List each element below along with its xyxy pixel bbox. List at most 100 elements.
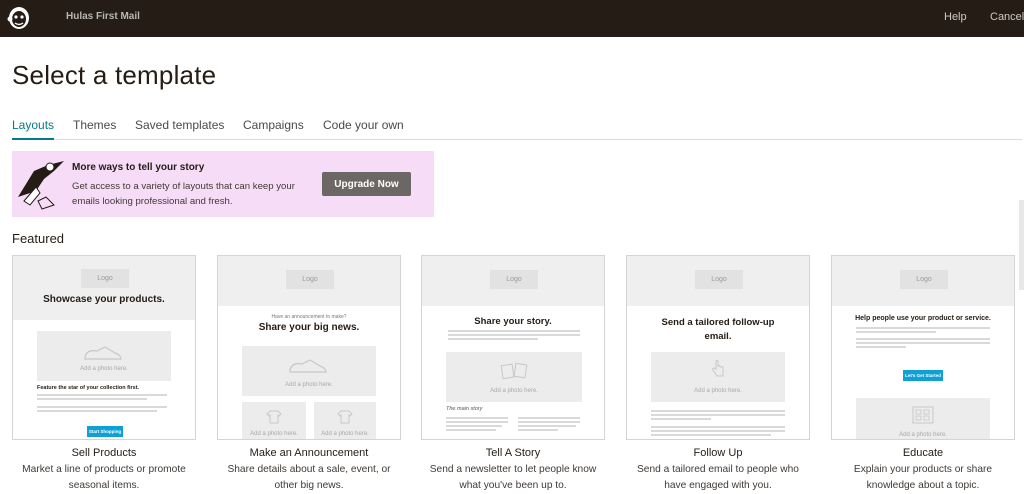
thumb-photo-text: Add a photo here. [899, 432, 947, 438]
thumb-headline: Help people use your product or service. [855, 315, 991, 322]
campaign-name: Hulas First Mail [66, 11, 140, 22]
thumb-photo-text: Add a photo here. [490, 388, 538, 394]
template-description: Send a newsletter to let people know wha… [429, 464, 597, 491]
shoe-icon [84, 346, 122, 360]
template-description: Share details about a sale, event, or ot… [227, 464, 391, 491]
thumb-text-line [651, 414, 785, 416]
thumb-text-line [448, 330, 580, 332]
template-description: Market a line of products or promote sea… [22, 464, 186, 491]
promo-title: More ways to tell your story [72, 162, 205, 173]
mailchimp-logo-icon[interactable] [6, 4, 32, 32]
thumb-text-line [37, 394, 167, 396]
thumb-text-line [856, 327, 990, 329]
thumb-photo-placeholder: Add a photo here. [242, 346, 376, 396]
thumb-photo-placeholder-small: Add a photo here. [314, 402, 376, 439]
template-card-tell-a-story[interactable]: Logo Share your story. Add a photo here.… [421, 255, 605, 494]
thumb-photo-text: Add a photo here. [250, 431, 298, 437]
tab-layouts[interactable]: Layouts [12, 118, 55, 140]
thumb-text-line [446, 421, 508, 423]
photos-icon [500, 362, 528, 380]
thumb-text-line [446, 417, 508, 419]
shirt-icon [337, 410, 353, 424]
thumb-text-line [651, 426, 785, 428]
template-thumbnail[interactable]: Logo Send a tailored follow-up email. Ad… [626, 255, 810, 440]
thumb-cta-button: Start Shopping [87, 426, 123, 437]
thumb-text-line [448, 338, 538, 340]
thumb-text-line [518, 417, 580, 419]
thumb-text-line [856, 331, 936, 333]
thumb-main-story: The main story [446, 406, 483, 412]
help-link[interactable]: Help [944, 11, 967, 23]
thumb-headline: Share your story. [474, 316, 552, 327]
thumb-photo-text: Add a photo here. [80, 366, 128, 372]
template-card-follow-up[interactable]: Logo Send a tailored follow-up email. Ad… [626, 255, 810, 494]
thumb-headline: Send a tailored follow-up email. [661, 317, 775, 342]
template-card-educate[interactable]: Logo Help people use your product or ser… [831, 255, 1015, 494]
thumb-photo-placeholder: Add a photo here. [446, 352, 582, 402]
thumb-text-line [651, 410, 785, 412]
template-title: Sell Products [71, 447, 137, 459]
thumb-photo-placeholder: Add a photo here. [37, 331, 171, 381]
thumb-kicker: Have an announcement to make? [271, 314, 347, 320]
flying-figure-illustration-icon [18, 161, 64, 210]
pointing-hand-icon [712, 360, 724, 377]
tab-saved-templates[interactable]: Saved templates [135, 118, 224, 140]
thumb-header [13, 256, 195, 320]
thumb-photo-text: Add a photo here. [321, 431, 369, 437]
thumb-photo-placeholder: Add a photo here. [856, 398, 990, 439]
template-thumbnail[interactable]: Logo Help people use your product or ser… [831, 255, 1015, 440]
thumb-text-line [856, 338, 990, 340]
thumb-headline: Showcase your products. [43, 294, 165, 305]
thumb-text-line [37, 398, 147, 400]
template-thumbnail[interactable]: Logo Share your story. Add a photo here.… [421, 255, 605, 440]
promo-text: Get access to a variety of layouts that … [72, 181, 295, 207]
template-title: Educate [902, 447, 944, 459]
upgrade-now-button[interactable]: Upgrade Now [322, 172, 411, 196]
thumb-logo: Logo [286, 270, 334, 289]
thumb-text-line [446, 425, 502, 427]
tab-campaigns[interactable]: Campaigns [243, 118, 304, 140]
thumb-text-line [518, 421, 580, 423]
thumb-text-line [37, 406, 167, 408]
thumb-text-line [518, 429, 558, 431]
thumb-photo-text: Add a photo here. [694, 388, 742, 394]
top-bar: Hulas First Mail Help Cancel [0, 0, 1024, 37]
thumb-text-line [856, 346, 906, 348]
cancel-link[interactable]: Cancel [990, 11, 1024, 23]
thumb-text-line [651, 434, 771, 436]
shoe-icon [289, 359, 327, 373]
template-tabs: Layouts Themes Saved templates Campaigns… [12, 118, 1022, 140]
template-description: Explain your products or share knowledge… [853, 464, 993, 491]
thumb-headline: Share your big news. [258, 322, 360, 333]
template-title: Follow Up [693, 447, 743, 459]
thumb-photo-text: Add a photo here. [285, 382, 333, 388]
template-title: Tell A Story [485, 447, 541, 459]
template-thumbnail[interactable]: Logo Showcase your products. Add a photo… [12, 255, 196, 440]
thumb-text-line [446, 429, 496, 431]
calculator-icon [912, 406, 934, 424]
thumb-text-line [448, 334, 580, 336]
thumb-text-line [651, 430, 785, 432]
tab-themes[interactable]: Themes [73, 118, 116, 140]
upgrade-banner: More ways to tell your story Get access … [12, 151, 434, 217]
thumb-feature-text: Feature the star of your collection firs… [37, 385, 140, 391]
thumb-text-line [856, 342, 990, 344]
template-card-make-an-announcement[interactable]: Logo Have an announcement to make? Share… [217, 255, 401, 494]
thumb-cta-button: Let's Get Started [903, 370, 943, 381]
thumb-text-line [518, 425, 576, 427]
tab-code-your-own[interactable]: Code your own [323, 118, 404, 140]
thumb-text-line [651, 418, 711, 420]
shirt-icon [266, 410, 282, 424]
template-description: Send a tailored email to people who have… [637, 464, 799, 491]
template-thumbnail[interactable]: Logo Have an announcement to make? Share… [217, 255, 401, 440]
thumb-logo: Logo [81, 269, 129, 288]
thumb-logo: Logo [490, 270, 538, 289]
thumb-photo-placeholder-small: Add a photo here. [242, 402, 306, 439]
featured-heading: Featured [12, 231, 65, 246]
thumb-logo: Logo [695, 270, 743, 289]
thumb-logo: Logo [900, 270, 948, 289]
template-title: Make an Announcement [249, 447, 369, 459]
template-card-sell-products[interactable]: Logo Showcase your products. Add a photo… [12, 255, 196, 494]
scrollbar[interactable] [1019, 200, 1024, 290]
thumb-photo-placeholder: Add a photo here. [651, 352, 785, 402]
